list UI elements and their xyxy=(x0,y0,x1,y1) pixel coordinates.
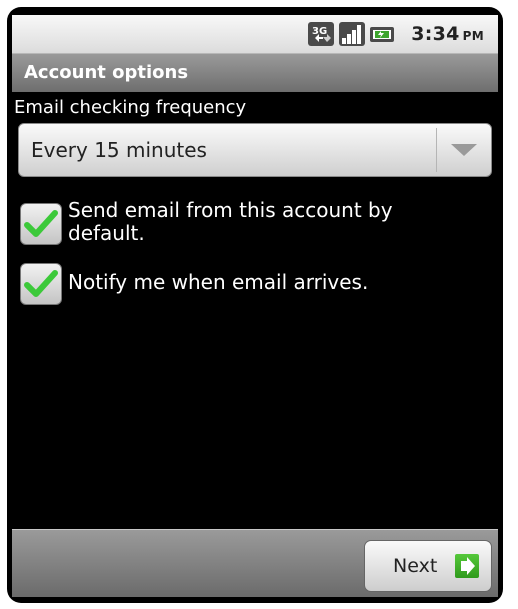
next-button-label: Next xyxy=(393,555,438,577)
status-ampm: PM xyxy=(462,29,484,43)
default-account-label: Send email from this account by default. xyxy=(68,198,393,245)
screen: 3G 3:34 PM Account options Email checkin… xyxy=(12,15,498,597)
page-title: Account options xyxy=(24,62,189,83)
spinner-divider xyxy=(436,128,437,172)
status-icons: 3G 3:34 PM xyxy=(308,20,484,48)
frequency-label: Email checking frequency xyxy=(14,97,247,118)
arrow-right-icon xyxy=(455,554,479,578)
battery-icon xyxy=(370,21,396,47)
frequency-spinner[interactable]: Every 15 minutes xyxy=(18,123,492,177)
title-bar: Account options xyxy=(12,53,498,92)
checkmark-icon xyxy=(24,210,58,237)
signal-icon xyxy=(339,21,366,47)
next-button[interactable]: Next xyxy=(364,540,492,592)
3g-icon: 3G xyxy=(308,21,335,47)
chevron-down-icon xyxy=(451,144,477,156)
checkmark-icon xyxy=(24,270,58,297)
notify-checkbox[interactable] xyxy=(20,263,62,305)
svg-text:3G: 3G xyxy=(312,26,327,37)
bottom-bar: Next xyxy=(12,529,498,597)
frequency-selected-value: Every 15 minutes xyxy=(31,138,207,162)
default-account-checkbox[interactable] xyxy=(20,203,62,245)
status-time-value: 3:34 xyxy=(411,23,460,45)
notify-label: Notify me when email arrives. xyxy=(68,270,369,294)
device-frame: 3G 3:34 PM Account options Email checkin… xyxy=(7,7,503,603)
status-time: 3:34 PM xyxy=(411,23,484,45)
status-bar: 3G 3:34 PM xyxy=(12,15,498,53)
